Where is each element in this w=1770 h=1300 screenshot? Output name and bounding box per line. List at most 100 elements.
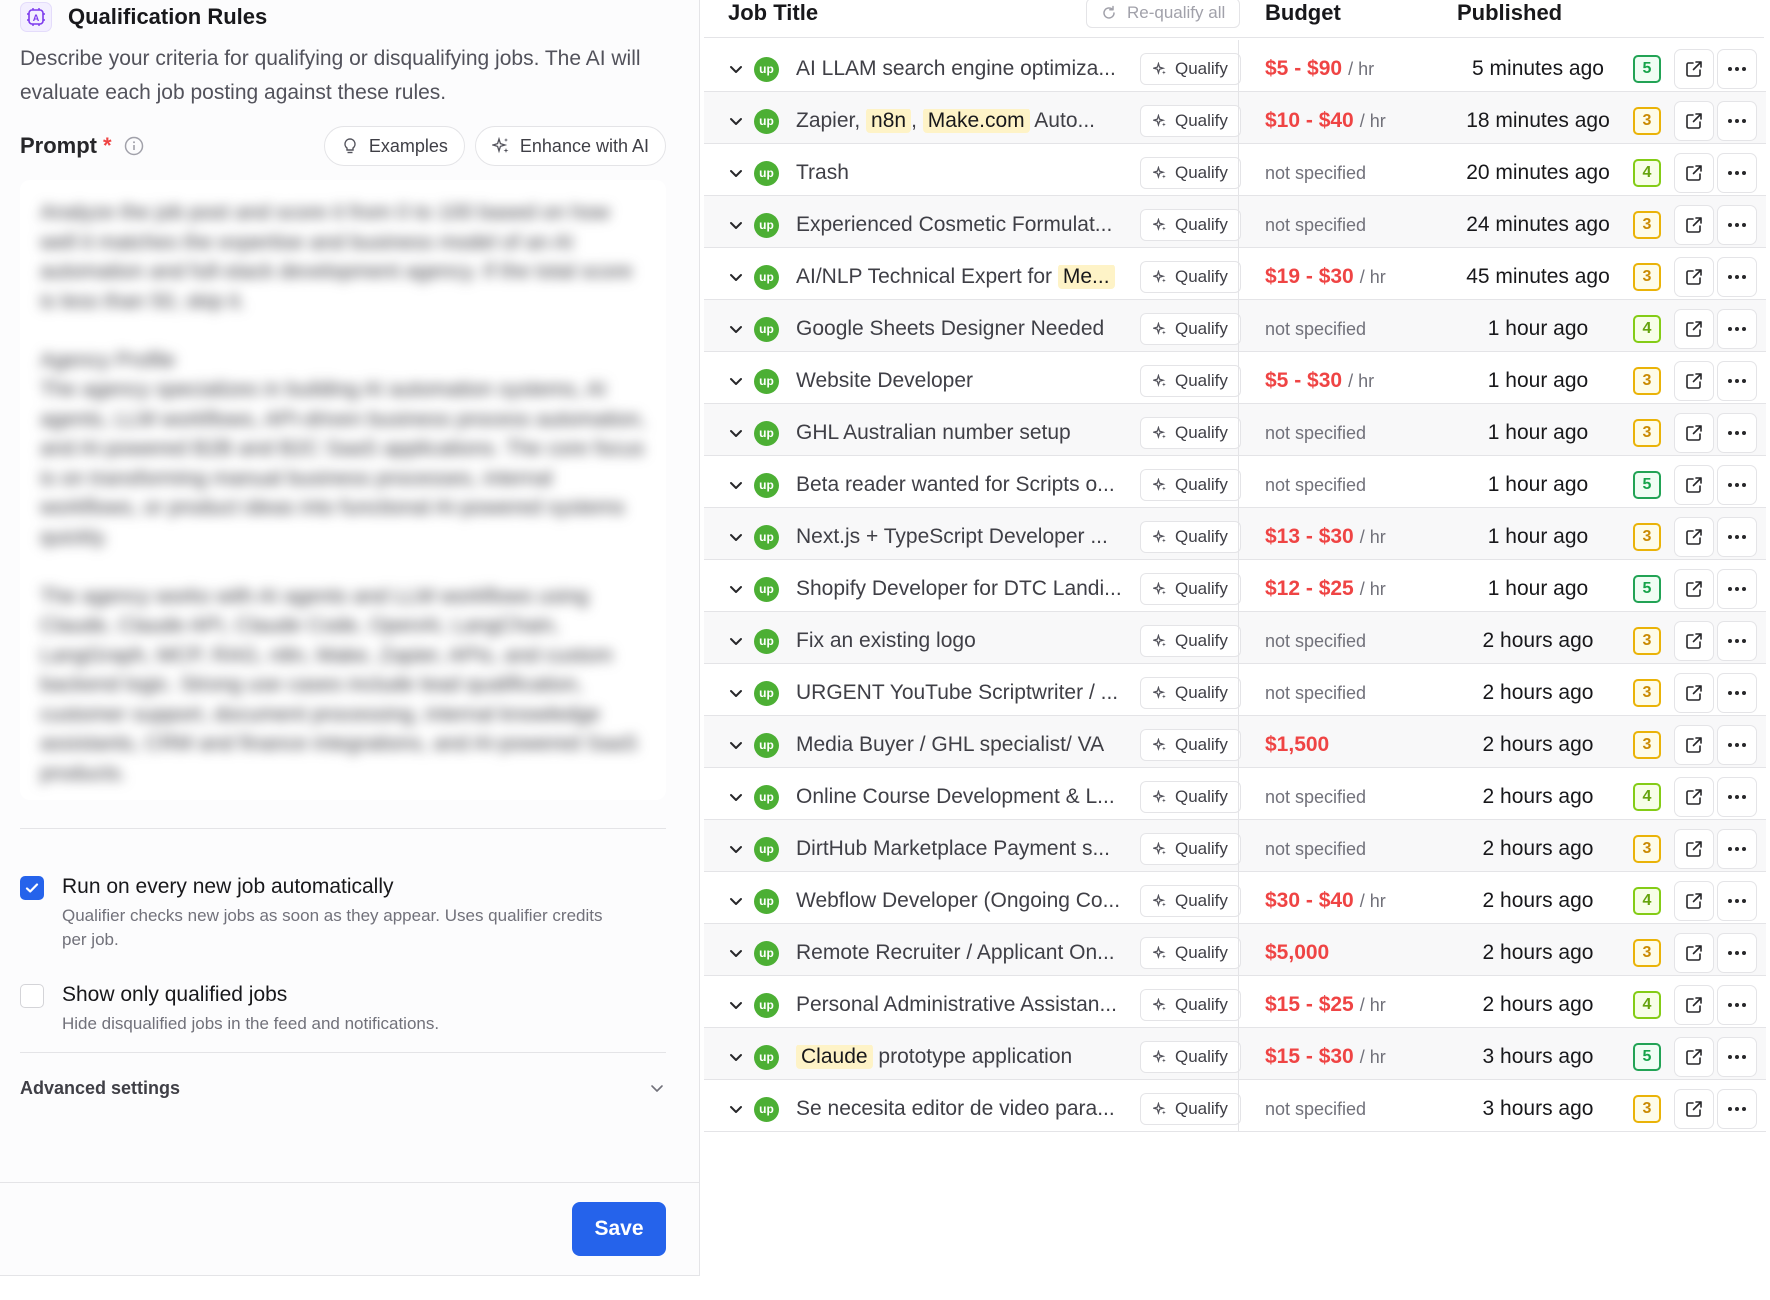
table-row[interactable]: up Claude prototype application Qualify $15… <box>704 1028 1766 1080</box>
job-title[interactable]: Shopify Developer for DTC Landi... <box>796 560 1126 618</box>
expand-chevron-icon[interactable] <box>724 404 748 462</box>
open-link-button[interactable] <box>1674 621 1714 661</box>
job-title[interactable]: URGENT YouTube Scriptwriter / ... <box>796 664 1126 722</box>
qualify-button[interactable]: Qualify <box>1140 573 1241 605</box>
expand-chevron-icon[interactable] <box>724 924 748 982</box>
qualify-button[interactable]: Qualify <box>1140 781 1241 813</box>
job-title[interactable]: Personal Administrative Assistan... <box>796 976 1126 1034</box>
expand-chevron-icon[interactable] <box>724 612 748 670</box>
qualify-button[interactable]: Qualify <box>1140 885 1241 917</box>
job-title[interactable]: Se necesita editor de video para... <box>796 1080 1126 1138</box>
job-title[interactable]: Webflow Developer (Ongoing Co... <box>796 872 1126 930</box>
examples-button[interactable]: Examples <box>323 126 465 166</box>
open-link-button[interactable] <box>1674 777 1714 817</box>
expand-chevron-icon[interactable] <box>724 92 748 150</box>
open-link-button[interactable] <box>1674 933 1714 973</box>
open-link-button[interactable] <box>1674 153 1714 193</box>
open-link-button[interactable] <box>1674 205 1714 245</box>
job-title[interactable]: Fix an existing logo <box>796 612 1126 670</box>
expand-chevron-icon[interactable] <box>724 508 748 566</box>
more-options-button[interactable] <box>1717 413 1757 453</box>
save-button[interactable]: Save <box>572 1202 666 1256</box>
table-row[interactable]: up Google Sheets Designer Needed Qualify no… <box>704 300 1766 352</box>
expand-chevron-icon[interactable] <box>724 300 748 358</box>
table-row[interactable]: up Webflow Developer (Ongoing Co... Qualif… <box>704 872 1766 924</box>
expand-chevron-icon[interactable] <box>724 352 748 410</box>
table-row[interactable]: up DirtHub Marketplace Payment s... Qualif… <box>704 820 1766 872</box>
expand-chevron-icon[interactable] <box>724 1028 748 1086</box>
qualify-button[interactable]: Qualify <box>1140 365 1241 397</box>
qualify-button[interactable]: Qualify <box>1140 313 1241 345</box>
table-row[interactable]: up Media Buyer / GHL specialist/ VA Qualif… <box>704 716 1766 768</box>
table-row[interactable]: up Next.js + TypeScript Developer ... Qual… <box>704 508 1766 560</box>
expand-chevron-icon[interactable] <box>724 144 748 202</box>
qualify-button[interactable]: Qualify <box>1140 989 1241 1021</box>
qualify-button[interactable]: Qualify <box>1140 417 1241 449</box>
more-options-button[interactable] <box>1717 101 1757 141</box>
job-title[interactable]: Online Course Development & L... <box>796 768 1126 826</box>
qualify-button[interactable]: Qualify <box>1140 677 1241 709</box>
advanced-settings-toggle[interactable]: Advanced settings <box>20 1068 666 1108</box>
more-options-button[interactable] <box>1717 309 1757 349</box>
qualify-button[interactable]: Qualify <box>1140 521 1241 553</box>
job-title[interactable]: Zapier, n8n, Make.com Auto... <box>796 92 1126 150</box>
table-row[interactable]: up Experienced Cosmetic Formulat... Qualif… <box>704 196 1766 248</box>
job-title[interactable]: Google Sheets Designer Needed <box>796 300 1126 358</box>
qualify-button[interactable]: Qualify <box>1140 261 1241 293</box>
table-row[interactable]: up URGENT YouTube Scriptwriter / ... Quali… <box>704 664 1766 716</box>
more-options-button[interactable] <box>1717 49 1757 89</box>
job-title[interactable]: Next.js + TypeScript Developer ... <box>796 508 1126 566</box>
job-title[interactable]: Experienced Cosmetic Formulat... <box>796 196 1126 254</box>
more-options-button[interactable] <box>1717 881 1757 921</box>
table-row[interactable]: up Zapier, n8n, Make.com Auto... Qualify $1… <box>704 92 1766 144</box>
table-row[interactable]: up AI/NLP Technical Expert for Me... Quali… <box>704 248 1766 300</box>
qualify-button[interactable]: Qualify <box>1140 157 1241 189</box>
job-title[interactable]: DirtHub Marketplace Payment s... <box>796 820 1126 878</box>
qualify-button[interactable]: Qualify <box>1140 1041 1241 1073</box>
job-title[interactable]: Media Buyer / GHL specialist/ VA <box>796 716 1126 774</box>
qualify-button[interactable]: Qualify <box>1140 53 1241 85</box>
qualify-button[interactable]: Qualify <box>1140 729 1241 761</box>
requalify-all-button[interactable]: Re-qualify all <box>1086 0 1241 28</box>
table-row[interactable]: up AI LLAM search engine optimiza... Quali… <box>704 40 1766 92</box>
open-link-button[interactable] <box>1674 361 1714 401</box>
expand-chevron-icon[interactable] <box>724 196 748 254</box>
open-link-button[interactable] <box>1674 1089 1714 1129</box>
more-options-button[interactable] <box>1717 777 1757 817</box>
open-link-button[interactable] <box>1674 465 1714 505</box>
open-link-button[interactable] <box>1674 49 1714 89</box>
more-options-button[interactable] <box>1717 153 1757 193</box>
job-title[interactable]: Beta reader wanted for Scripts o... <box>796 456 1126 514</box>
open-link-button[interactable] <box>1674 309 1714 349</box>
open-link-button[interactable] <box>1674 413 1714 453</box>
open-link-button[interactable] <box>1674 725 1714 765</box>
open-link-button[interactable] <box>1674 985 1714 1025</box>
more-options-button[interactable] <box>1717 1037 1757 1077</box>
auto-run-option[interactable]: Run on every new job automatically Quali… <box>20 870 666 952</box>
more-options-button[interactable] <box>1717 569 1757 609</box>
expand-chevron-icon[interactable] <box>724 560 748 618</box>
expand-chevron-icon[interactable] <box>724 768 748 826</box>
open-link-button[interactable] <box>1674 881 1714 921</box>
qualify-button[interactable]: Qualify <box>1140 209 1241 241</box>
job-title[interactable]: Remote Recruiter / Applicant On... <box>796 924 1126 982</box>
job-title[interactable]: AI LLAM search engine optimiza... <box>796 40 1126 98</box>
table-row[interactable]: up Website Developer Qualify $5 - $30/ hr 1 … <box>704 352 1766 404</box>
open-link-button[interactable] <box>1674 569 1714 609</box>
qualify-button[interactable]: Qualify <box>1140 625 1241 657</box>
more-options-button[interactable] <box>1717 673 1757 713</box>
open-link-button[interactable] <box>1674 829 1714 869</box>
enhance-with-ai-button[interactable]: Enhance with AI <box>474 126 666 166</box>
table-row[interactable]: up Trash Qualify not specified 20 minutes ag… <box>704 144 1766 196</box>
more-options-button[interactable] <box>1717 465 1757 505</box>
expand-chevron-icon[interactable] <box>724 456 748 514</box>
expand-chevron-icon[interactable] <box>724 872 748 930</box>
table-row[interactable]: up Shopify Developer for DTC Landi... Qual… <box>704 560 1766 612</box>
expand-chevron-icon[interactable] <box>724 820 748 878</box>
show-qualified-option[interactable]: Show only qualified jobs Hide disqualifi… <box>20 978 666 1036</box>
table-row[interactable]: up GHL Australian number setup Qualify not … <box>704 404 1766 456</box>
more-options-button[interactable] <box>1717 985 1757 1025</box>
more-options-button[interactable] <box>1717 829 1757 869</box>
expand-chevron-icon[interactable] <box>724 1080 748 1138</box>
show-qualified-checkbox[interactable] <box>20 984 44 1008</box>
